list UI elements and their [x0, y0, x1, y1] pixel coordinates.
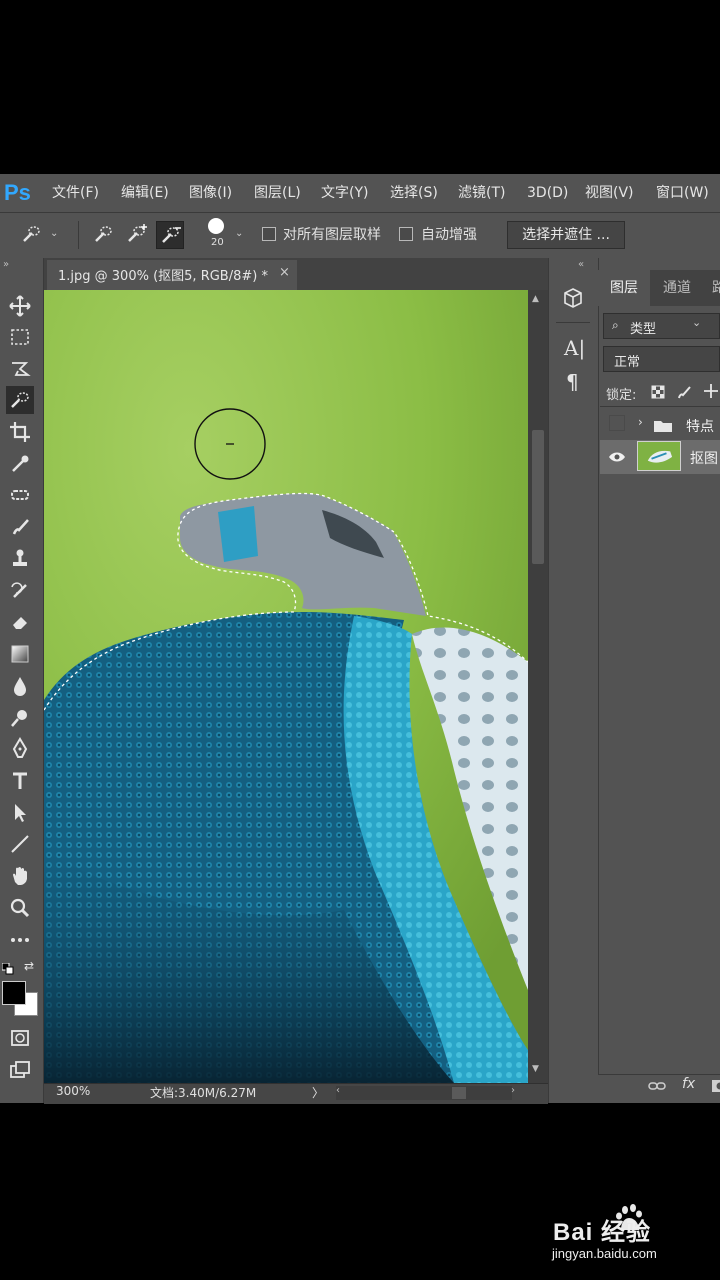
menu-select[interactable]: 选择(S) — [390, 174, 438, 212]
add-to-selection-icon[interactable] — [123, 221, 151, 249]
divider — [600, 406, 720, 407]
dodge-tool-icon[interactable] — [6, 704, 34, 732]
divider — [78, 221, 79, 249]
group-expand-chevron-icon[interactable]: › — [638, 415, 643, 429]
search-icon: ⌕ — [612, 318, 619, 332]
lock-transparent-pixels-icon[interactable] — [651, 384, 665, 399]
visibility-toggle-empty[interactable] — [609, 415, 625, 431]
scroll-down-icon[interactable]: ▼ — [532, 1064, 539, 1074]
heel-tab-stripe — [218, 506, 258, 562]
gradient-tool-icon[interactable] — [6, 640, 34, 668]
chevron-down-icon: ⌄ — [692, 316, 702, 329]
vertical-scrollbar[interactable] — [528, 290, 548, 1083]
tab-paths[interactable]: 路 — [712, 270, 720, 306]
quick-selection-preset-icon[interactable] — [18, 221, 46, 249]
link-layers-icon[interactable] — [648, 1078, 666, 1092]
menu-window[interactable]: 窗口(W) — [656, 174, 709, 212]
3d-panel-icon[interactable] — [559, 284, 587, 312]
scroll-up-icon[interactable]: ▲ — [532, 294, 539, 304]
horizontal-scrollbar-thumb[interactable] — [452, 1087, 466, 1099]
divider — [556, 322, 590, 323]
layer-thumbnail — [637, 441, 681, 471]
menu-file[interactable]: 文件(F) — [52, 174, 99, 212]
brush-picker-chevron-icon[interactable]: ⌄ — [235, 228, 243, 239]
history-brush-tool-icon[interactable] — [6, 577, 34, 605]
eyedropper-tool-icon[interactable] — [6, 450, 34, 478]
healing-brush-tool-icon[interactable] — [6, 481, 34, 509]
collapse-panels-icon[interactable]: « — [578, 259, 584, 270]
horizontal-scrollbar[interactable] — [336, 1086, 512, 1100]
sample-all-layers-label: 对所有图层取样 — [283, 227, 381, 243]
eraser-tool-icon[interactable] — [6, 608, 34, 636]
subtract-from-selection-icon[interactable] — [156, 221, 184, 249]
layer-filter-kind: 类型 — [630, 322, 657, 337]
default-colors-icon[interactable] — [1, 960, 14, 975]
watermark-brand: Bai 经验 — [553, 1219, 652, 1246]
lock-label: 锁定: — [606, 388, 637, 403]
brush-preview-icon[interactable] — [208, 218, 224, 234]
layer-name: 抠图 — [690, 451, 718, 467]
marquee-tool-icon[interactable] — [6, 323, 34, 351]
scroll-right-icon[interactable]: › — [511, 1085, 515, 1096]
sample-all-layers-checkbox[interactable] — [262, 227, 276, 241]
clone-stamp-tool-icon[interactable] — [6, 545, 34, 573]
add-mask-icon[interactable] — [711, 1078, 720, 1092]
crop-tool-icon[interactable] — [6, 418, 34, 446]
tab-channels[interactable]: 通道 — [652, 270, 702, 306]
brush-tool-icon[interactable] — [6, 513, 34, 541]
select-and-mask-button[interactable]: 选择并遮住 ... — [507, 221, 625, 249]
lasso-tool-icon[interactable] — [6, 355, 34, 383]
line-tool-icon[interactable] — [6, 830, 34, 858]
vertical-scrollbar-thumb[interactable] — [532, 430, 544, 564]
tab-layers[interactable]: 图层 — [598, 270, 650, 306]
more-tools-icon[interactable] — [6, 926, 34, 954]
type-tool-icon[interactable] — [6, 767, 34, 795]
auto-enhance-label: 自动增强 — [421, 227, 477, 243]
menu-view[interactable]: 视图(V) — [585, 174, 634, 212]
move-tool-icon[interactable] — [6, 292, 34, 320]
close-document-icon[interactable]: × — [279, 265, 290, 280]
quick-mask-icon[interactable] — [6, 1024, 34, 1052]
folder-icon — [654, 417, 672, 432]
auto-enhance-checkbox[interactable] — [399, 227, 413, 241]
brush-size-value: 20 — [211, 237, 224, 248]
lock-position-icon[interactable] — [703, 383, 719, 399]
document-tab-title: 1.jpg @ 300% (抠图5, RGB/8#) * — [58, 269, 268, 284]
collapse-toolbar-icon[interactable]: » — [3, 259, 9, 270]
zoom-tool-icon[interactable] — [6, 894, 34, 922]
menu-edit[interactable]: 编辑(E) — [121, 174, 169, 212]
scroll-left-icon[interactable]: ‹ — [336, 1085, 340, 1096]
chevron-down-icon[interactable]: ⌄ — [50, 228, 58, 239]
new-selection-icon[interactable] — [90, 221, 118, 249]
hand-tool-icon[interactable] — [6, 862, 34, 890]
swap-colors-icon[interactable]: ⇄ — [24, 959, 34, 973]
menu-layer[interactable]: 图层(L) — [254, 174, 301, 212]
blur-tool-icon[interactable] — [6, 672, 34, 700]
document-canvas[interactable] — [44, 290, 528, 1083]
watermark-url: jingyan.baidu.com — [552, 1246, 657, 1261]
quick-selection-tool-icon[interactable] — [6, 386, 34, 414]
pen-tool-icon[interactable] — [6, 735, 34, 763]
foreground-color-swatch[interactable] — [2, 981, 26, 1005]
menu-type[interactable]: 文字(Y) — [321, 174, 368, 212]
paragraph-panel-icon[interactable]: ¶ — [566, 370, 579, 394]
menu-3d[interactable]: 3D(D) — [527, 174, 568, 212]
lock-image-pixels-icon[interactable] — [677, 384, 691, 399]
layer-filter-dropdown[interactable] — [603, 313, 720, 339]
blend-mode-value: 正常 — [614, 355, 641, 370]
menu-filter[interactable]: 滤镜(T) — [458, 174, 505, 212]
status-menu-arrow-icon[interactable]: 〉 — [312, 1084, 324, 1101]
screen-mode-icon[interactable] — [6, 1056, 34, 1084]
layer-name: 特点 — [686, 419, 714, 435]
document-size: 文档:3.40M/6.27M — [150, 1086, 257, 1100]
character-panel-icon[interactable]: A| — [564, 336, 585, 360]
menu-image[interactable]: 图像(I) — [189, 174, 232, 212]
zoom-level[interactable]: 300% — [56, 1084, 90, 1098]
path-selection-tool-icon[interactable] — [6, 799, 34, 827]
photoshop-logo: Ps — [4, 180, 31, 205]
layer-effects-icon[interactable]: fx — [682, 1076, 695, 1092]
eye-icon[interactable] — [608, 449, 626, 463]
